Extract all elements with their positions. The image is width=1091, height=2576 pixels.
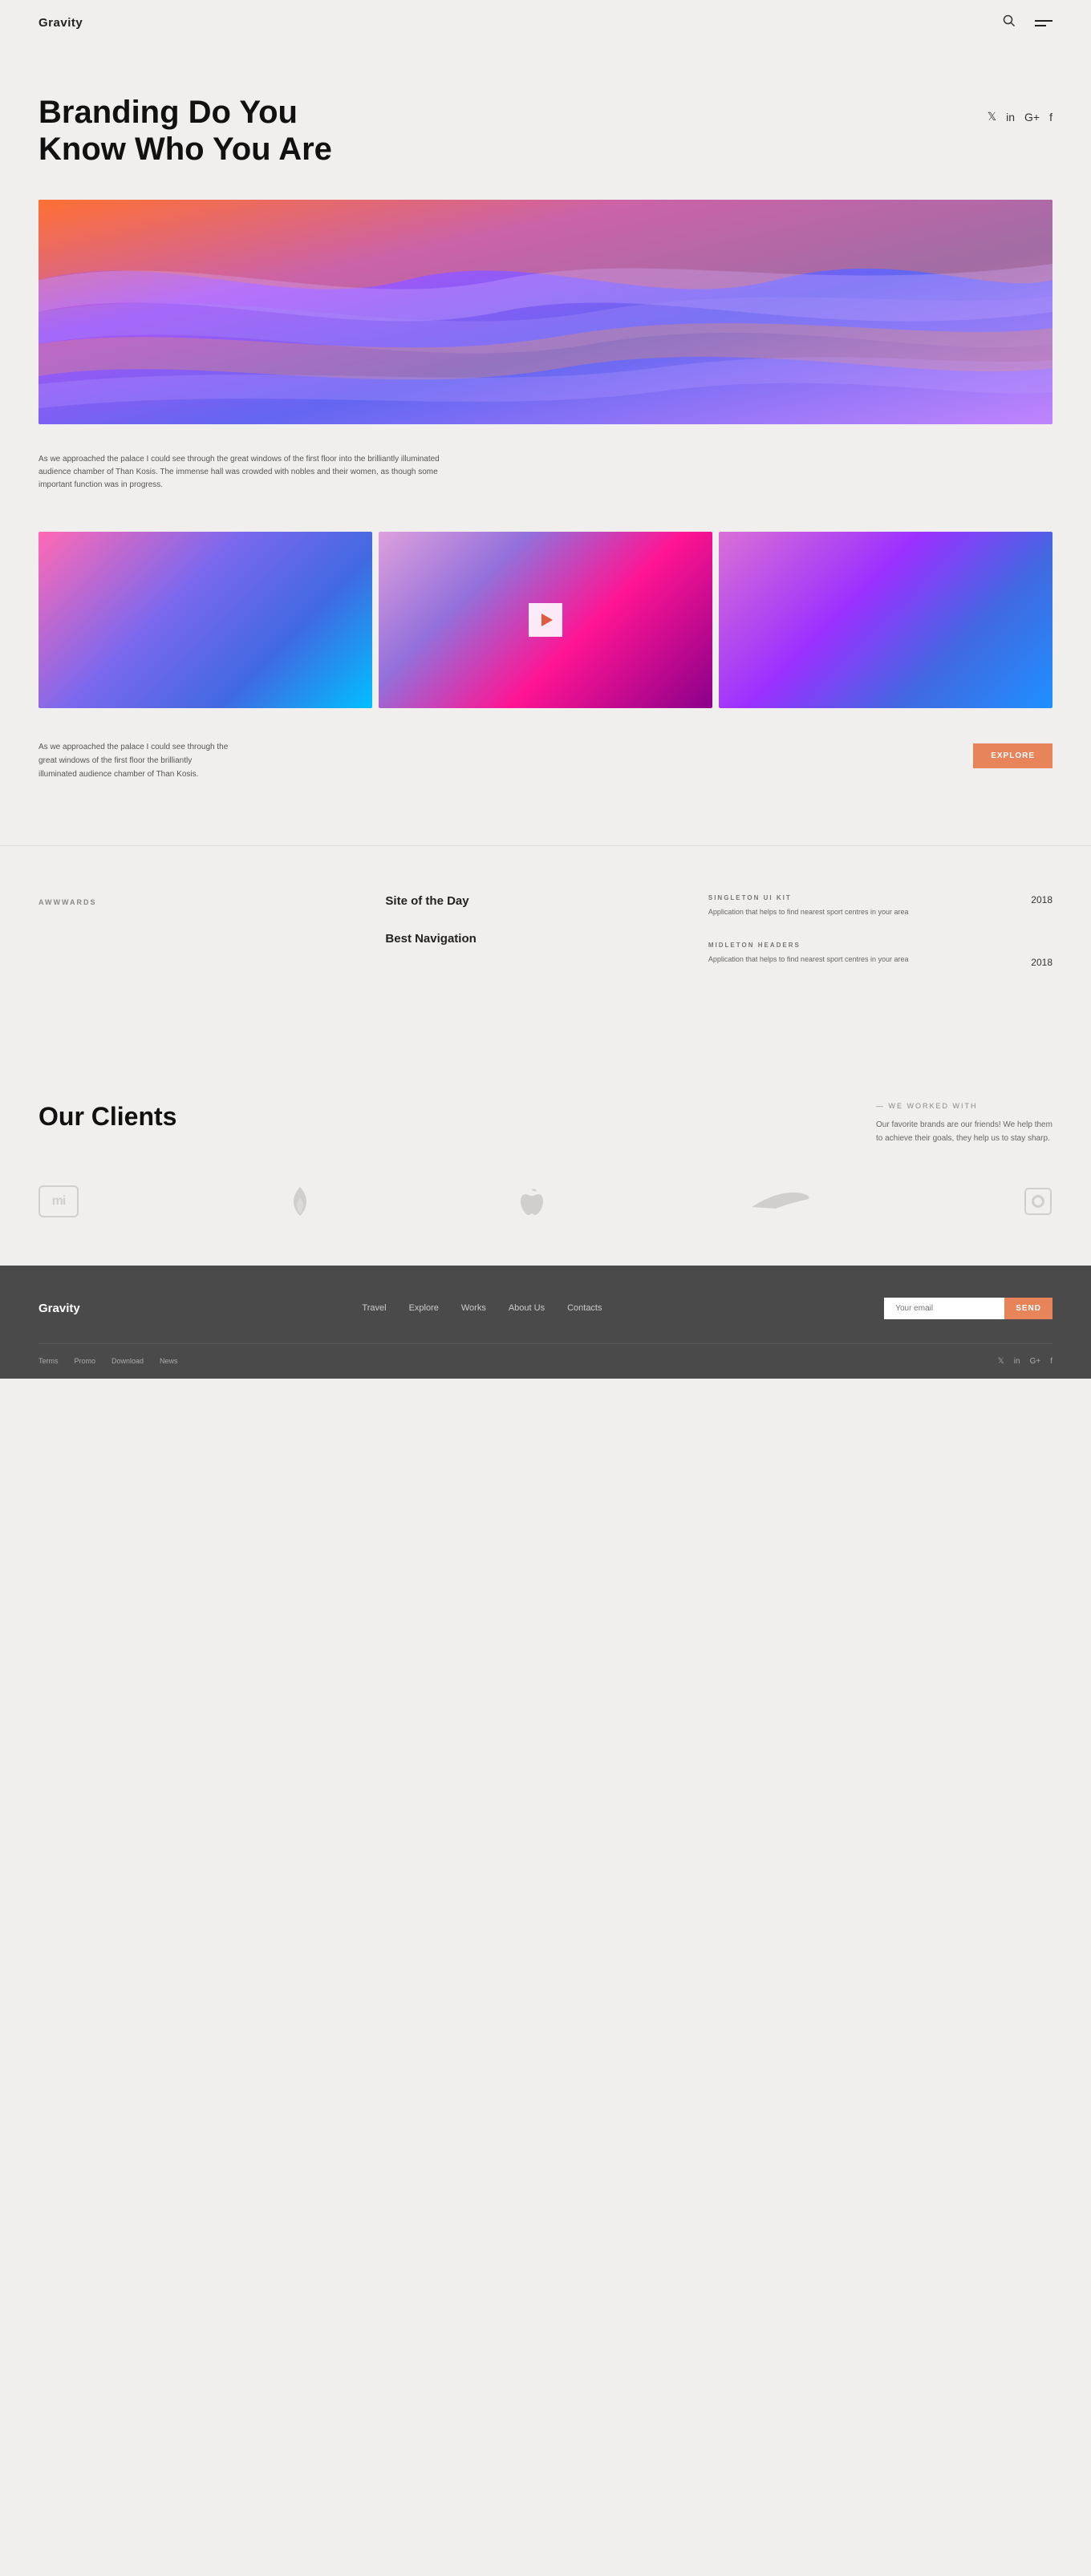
footer-social: 𝕏 in G+ f — [998, 1357, 1052, 1366]
awards-col-3: Singleton UI Kit Application that helps … — [700, 894, 1031, 990]
footer-logo[interactable]: Gravity — [39, 1302, 80, 1315]
clients-title: Our Clients — [39, 1102, 176, 1132]
award-year-1: 2018 — [1031, 894, 1052, 905]
header: Gravity — [0, 0, 1091, 46]
client-logo-tinder — [287, 1185, 313, 1217]
awards-category-1: Site of the Day — [385, 894, 683, 908]
award-desc-2: Application that helps to find nearest s… — [708, 954, 1023, 965]
awards-grid: Awwwards Site of the Day Best Navigation… — [39, 894, 1052, 990]
hero-title: Branding Do You Know Who You Are — [39, 94, 440, 168]
footer-link-promo[interactable]: Promo — [75, 1357, 96, 1365]
hamburger-icon[interactable] — [1035, 20, 1052, 26]
header-right — [1003, 14, 1052, 31]
awards-col-4: 2018 2018 — [1031, 894, 1052, 990]
footer-top: Gravity Travel Explore Works About Us Co… — [39, 1298, 1052, 1343]
footer-facebook-icon[interactable]: f — [1050, 1357, 1052, 1366]
mi-icon: mi — [39, 1185, 79, 1217]
clients-logos: mi — [39, 1185, 1052, 1217]
google-plus-icon[interactable]: G+ — [1024, 111, 1040, 124]
description-section: As we approached the palace I could see … — [0, 440, 1091, 532]
search-icon[interactable] — [1003, 14, 1016, 31]
clients-right: — We Worked With Our favorite brands are… — [876, 1102, 1052, 1145]
play-triangle-icon — [541, 614, 553, 626]
clients-desc: Our favorite brands are our friends! We … — [876, 1118, 1052, 1145]
clients-section: Our Clients — We Worked With Our favorit… — [0, 1038, 1091, 1266]
hero-section: Branding Do You Know Who You Are 𝕏 in G+… — [0, 46, 1091, 200]
client-logo-xiaomi: mi — [39, 1185, 79, 1217]
facebook-icon[interactable]: f — [1049, 111, 1052, 124]
main-image-section — [0, 200, 1091, 440]
footer: Gravity Travel Explore Works About Us Co… — [0, 1266, 1091, 1379]
clients-header: Our Clients — We Worked With Our favorit… — [39, 1102, 1052, 1145]
footer-links: Terms Promo Download News — [39, 1357, 178, 1365]
footer-nav: Travel Explore Works About Us Contacts — [362, 1303, 602, 1313]
footer-bottom: Terms Promo Download News 𝕏 in G+ f — [39, 1343, 1052, 1379]
gallery-item-1 — [39, 532, 372, 708]
footer-linkedin-icon[interactable]: in — [1014, 1357, 1020, 1366]
awards-label: Awwwards — [39, 898, 97, 906]
play-button[interactable] — [529, 603, 562, 637]
awards-col-2: Site of the Day Best Navigation — [369, 894, 700, 990]
client-logo-apple — [521, 1188, 543, 1215]
explore-button[interactable]: Explore — [973, 743, 1052, 768]
apple-icon — [521, 1188, 543, 1215]
social-icons: 𝕏 in G+ f — [988, 110, 1052, 124]
footer-send-button[interactable]: SEND — [1004, 1298, 1052, 1319]
twitter-icon[interactable]: 𝕏 — [988, 110, 996, 124]
client-logo-nike — [752, 1189, 816, 1213]
awards-category-2: Best Navigation — [385, 932, 683, 946]
award-item-2: Midleton Headers Application that helps … — [708, 942, 1023, 965]
flame-icon — [287, 1185, 313, 1217]
awards-section: Awwwards Site of the Day Best Navigation… — [0, 845, 1091, 1038]
client-logo-ghost — [1024, 1187, 1052, 1216]
awards-col-1: Awwwards — [39, 894, 369, 990]
footer-link-download[interactable]: Download — [112, 1357, 144, 1365]
footer-nav-explore[interactable]: Explore — [409, 1303, 439, 1313]
linkedin-icon[interactable]: in — [1006, 111, 1015, 124]
award-year-2: 2018 — [1031, 957, 1052, 968]
gallery-grid — [39, 532, 1052, 708]
explore-section: As we approached the palace I could see … — [0, 724, 1091, 845]
footer-newsletter: SEND — [884, 1298, 1052, 1319]
footer-nav-contacts[interactable]: Contacts — [567, 1303, 602, 1313]
gallery-item-3 — [719, 532, 1052, 708]
footer-nav-works[interactable]: Works — [461, 1303, 486, 1313]
main-hero-image — [39, 200, 1052, 424]
footer-link-news[interactable]: News — [160, 1357, 178, 1365]
logo[interactable]: Gravity — [39, 16, 83, 30]
award-subtitle-1: Singleton UI Kit — [708, 894, 1023, 901]
description-text: As we approached the palace I could see … — [39, 453, 472, 492]
ghost-icon — [1024, 1187, 1052, 1216]
award-subtitle-2: Midleton Headers — [708, 942, 1023, 949]
gallery-section — [0, 532, 1091, 724]
clients-worked-label: — We Worked With — [876, 1102, 1052, 1110]
award-item-1: Singleton UI Kit Application that helps … — [708, 894, 1023, 917]
footer-nav-travel[interactable]: Travel — [362, 1303, 386, 1313]
footer-email-input[interactable] — [884, 1298, 1004, 1319]
footer-nav-aboutus[interactable]: About Us — [509, 1303, 545, 1313]
hamburger-line-bottom — [1035, 25, 1046, 26]
explore-text: As we approached the palace I could see … — [39, 740, 231, 781]
gallery-item-2[interactable] — [379, 532, 712, 708]
hamburger-line-top — [1035, 20, 1052, 22]
footer-twitter-icon[interactable]: 𝕏 — [998, 1357, 1004, 1366]
award-desc-1: Application that helps to find nearest s… — [708, 906, 1023, 917]
nike-swoosh-icon — [752, 1189, 816, 1213]
footer-google-plus-icon[interactable]: G+ — [1030, 1357, 1041, 1366]
footer-link-terms[interactable]: Terms — [39, 1357, 59, 1365]
